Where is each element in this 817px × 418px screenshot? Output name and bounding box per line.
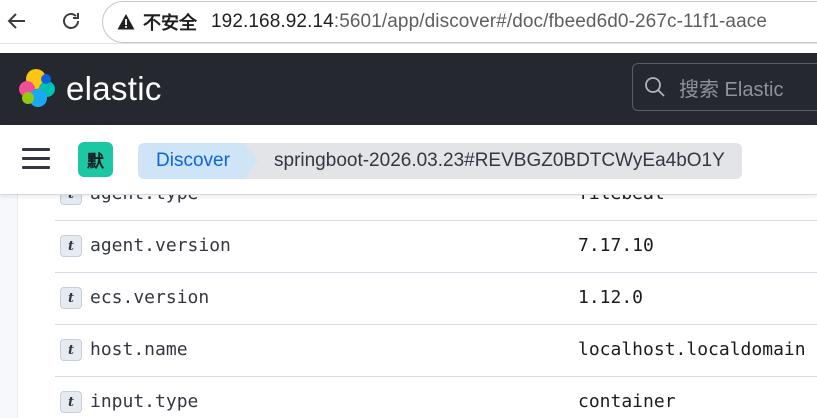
search-icon (645, 77, 665, 97)
browser-toolbar: 不安全 192.168.92.14:5601/app/discover#/doc… (0, 0, 817, 44)
url-host: 192.168.92.14 (211, 11, 334, 32)
field-value: container (578, 391, 676, 412)
side-gutter (0, 195, 18, 418)
doc-table: t agent.type filebeat t agent.version 7.… (55, 195, 817, 418)
field-name[interactable]: ecs.version (90, 287, 209, 308)
breadcrumb-discover[interactable]: Discover (138, 143, 260, 179)
space-avatar[interactable]: 默 (78, 142, 113, 177)
search-placeholder: 搜索 Elastic (679, 78, 784, 101)
hamburger-menu-icon[interactable] (22, 148, 50, 172)
string-type-icon: t (60, 391, 82, 413)
table-row: t agent.version 7.17.10 (55, 221, 817, 273)
warning-icon[interactable] (117, 13, 135, 31)
field-value: 1.12.0 (578, 287, 644, 308)
table-row: t ecs.version 1.12.0 (55, 273, 817, 325)
address-bar[interactable]: 不安全 192.168.92.14:5601/app/discover#/doc… (102, 1, 817, 43)
field-name[interactable]: agent.version (90, 235, 231, 256)
url-path: :5601/app/discover#/doc/fbeed6d0-267c-11… (333, 11, 768, 32)
field-value: 7.17.10 (578, 235, 654, 256)
string-type-icon: t (60, 235, 82, 257)
string-type-icon: t (60, 339, 82, 361)
brand-name[interactable]: elastic (66, 70, 162, 108)
field-value: localhost.localdomain (578, 339, 806, 360)
field-name[interactable]: agent.type (90, 195, 198, 204)
field-name[interactable]: input.type (90, 391, 198, 412)
reload-icon[interactable] (56, 6, 86, 36)
global-search-input[interactable]: 搜索 Elastic (632, 63, 817, 111)
url-text: 192.168.92.14:5601/app/discover#/doc/fbe… (211, 11, 767, 33)
string-type-icon: t (60, 287, 82, 309)
breadcrumb-bar: 默 Discover springboot-2026.03.23#REVBGZ0… (0, 125, 817, 195)
security-status: 不安全 (143, 13, 197, 33)
table-row: t input.type container (55, 377, 817, 418)
table-row: t agent.type filebeat (55, 195, 817, 221)
elastic-logo-icon[interactable] (16, 67, 58, 109)
string-type-icon: t (60, 195, 82, 205)
breadcrumb-document: springboot-2026.03.23#REVBGZ0BDTCWyEa4bO… (244, 143, 742, 179)
table-row: t host.name localhost.localdomain (55, 325, 817, 377)
field-name[interactable]: host.name (90, 339, 188, 360)
document-view: t agent.type filebeat t agent.version 7.… (0, 195, 817, 418)
kibana-header: elastic 搜索 Elastic (0, 53, 817, 125)
field-value: filebeat (578, 195, 665, 204)
back-arrow-icon[interactable] (2, 6, 32, 36)
